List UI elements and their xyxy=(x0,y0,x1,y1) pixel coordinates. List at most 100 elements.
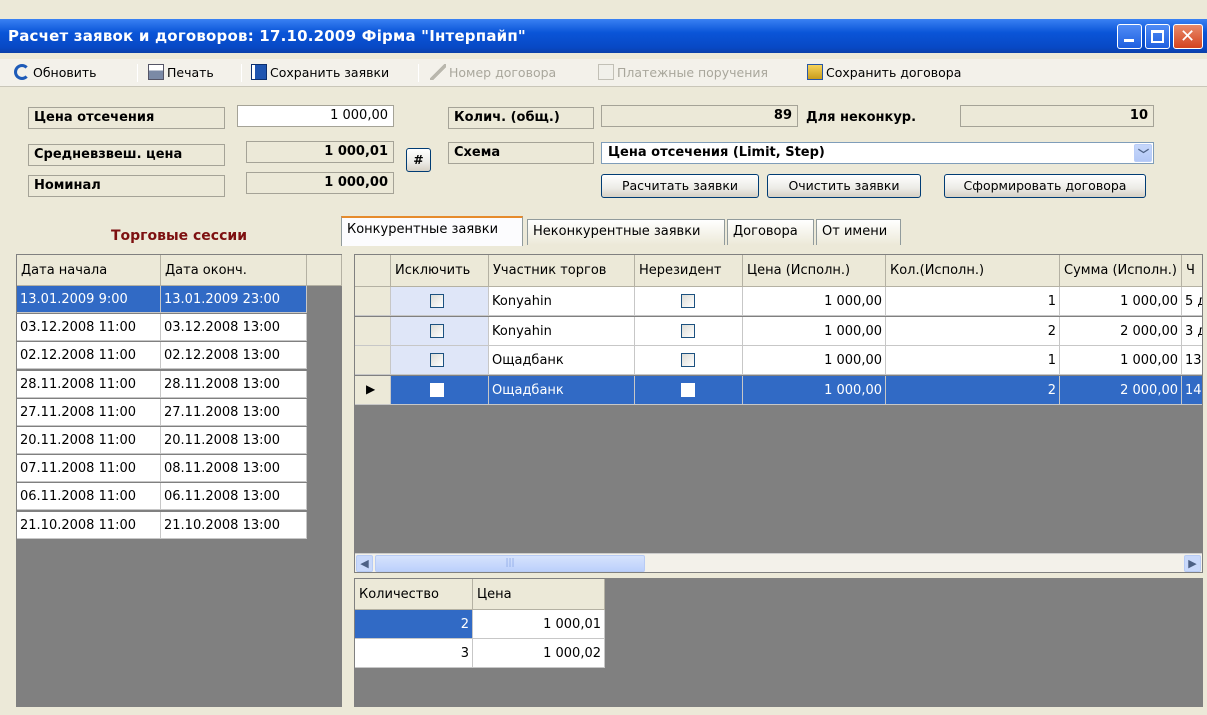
sum-cell[interactable]: 1 000,00 xyxy=(1060,287,1182,316)
session-start-cell[interactable]: 21.10.2008 11:00 xyxy=(17,511,161,539)
nonresident-checkbox[interactable] xyxy=(681,323,695,338)
exclude-checkbox[interactable] xyxy=(430,382,444,397)
orders-col-header[interactable]: Ч xyxy=(1182,255,1202,287)
cutoff-price-input[interactable]: 1 000,00 xyxy=(237,105,394,127)
horizontal-scrollbar[interactable]: ◀ ||| ▶ xyxy=(355,553,1202,572)
nonresident-cell[interactable] xyxy=(635,346,743,375)
qty-cell[interactable]: 2 xyxy=(886,316,1060,346)
session-end-cell[interactable]: 28.11.2008 13:00 xyxy=(161,370,307,398)
save-orders-button[interactable]: Сохранить заявки xyxy=(251,63,389,83)
print-button[interactable]: Печать xyxy=(148,63,214,83)
chevron-down-icon[interactable]: ﹀ xyxy=(1134,144,1152,162)
form-contracts-button[interactable]: Сформировать договора xyxy=(944,174,1146,198)
orders-col-header[interactable]: Участник торгов xyxy=(489,255,635,287)
session-start-cell[interactable]: 07.11.2008 11:00 xyxy=(17,455,161,483)
price-cell[interactable]: 1 000,00 xyxy=(743,287,886,316)
price-cell[interactable]: 1 000,00 xyxy=(743,346,886,375)
row-header[interactable]: ▶ xyxy=(355,375,391,405)
session-start-cell[interactable]: 06.11.2008 11:00 xyxy=(17,483,161,511)
stamp-icon xyxy=(430,64,446,80)
qty-cell[interactable]: 1 xyxy=(886,346,1060,375)
session-start-cell[interactable]: 27.11.2008 11:00 xyxy=(17,398,161,426)
extra-cell[interactable]: 3 д xyxy=(1182,316,1202,346)
scroll-left-icon[interactable]: ◀ xyxy=(356,555,373,572)
sum-cell[interactable]: 2 000,00 xyxy=(1060,316,1182,346)
summary-qty-cell[interactable]: 3 xyxy=(355,639,473,668)
summary-col-price[interactable]: Цена xyxy=(473,579,605,610)
orders-col-header[interactable]: Исключить xyxy=(391,255,489,287)
sum-cell[interactable]: 2 000,00 xyxy=(1060,375,1182,405)
session-start-cell[interactable]: 13.01.2009 9:00 xyxy=(17,286,161,313)
qty-cell[interactable]: 2 xyxy=(886,375,1060,405)
orders-col-header[interactable]: Нерезидент xyxy=(635,255,743,287)
nonresident-checkbox[interactable] xyxy=(681,353,695,367)
exclude-cell[interactable] xyxy=(391,316,489,346)
scroll-right-icon[interactable]: ▶ xyxy=(1184,555,1201,572)
row-header[interactable] xyxy=(355,316,391,346)
extra-cell[interactable]: 13 xyxy=(1182,346,1202,375)
session-end-cell[interactable]: 08.11.2008 13:00 xyxy=(161,455,307,483)
summary-qty-cell[interactable]: 2 xyxy=(355,610,473,639)
sessions-col-start[interactable]: Дата начала xyxy=(17,255,161,286)
exclude-checkbox[interactable] xyxy=(430,294,444,308)
maximize-button[interactable] xyxy=(1145,24,1170,49)
session-start-cell[interactable]: 02.12.2008 11:00 xyxy=(17,342,161,370)
scheme-select[interactable]: Цена отсечения (Limit, Step) ﹀ xyxy=(601,142,1154,164)
tab-noncompetitive[interactable]: Неконкурентные заявки xyxy=(527,219,725,245)
minimize-button[interactable] xyxy=(1117,24,1142,49)
participant-cell[interactable]: Konyahin xyxy=(489,287,635,316)
tab-contracts[interactable]: Договора xyxy=(727,219,814,245)
save-contracts-button[interactable]: Сохранить договора xyxy=(807,63,961,83)
clear-orders-button[interactable]: Очистить заявки xyxy=(767,174,921,198)
session-end-cell[interactable]: 27.11.2008 13:00 xyxy=(161,398,307,426)
nonresident-checkbox[interactable] xyxy=(681,294,695,308)
tab-on-behalf[interactable]: От имени xyxy=(816,219,901,245)
orders-col-header[interactable]: Цена (Исполн.) xyxy=(743,255,886,287)
exclude-cell[interactable] xyxy=(391,287,489,316)
session-end-cell[interactable]: 13.01.2009 23:00 xyxy=(161,286,307,313)
session-end-cell[interactable]: 06.11.2008 13:00 xyxy=(161,483,307,511)
participant-cell[interactable]: Konyahin xyxy=(489,316,635,346)
summary-price-cell[interactable]: 1 000,02 xyxy=(473,639,605,668)
exclude-cell[interactable] xyxy=(391,375,489,405)
exclude-checkbox[interactable] xyxy=(430,353,444,367)
session-end-cell[interactable]: 20.11.2008 13:00 xyxy=(161,427,307,454)
contract-number-button[interactable]: Номер договора xyxy=(430,63,556,83)
nonresident-cell[interactable] xyxy=(635,375,743,405)
session-end-cell[interactable]: 02.12.2008 13:00 xyxy=(161,342,307,370)
price-cell[interactable]: 1 000,00 xyxy=(743,375,886,405)
row-header[interactable] xyxy=(355,287,391,316)
tab-competitive[interactable]: Конкурентные заявки xyxy=(341,216,523,246)
payment-orders-button[interactable]: Платежные поручения xyxy=(598,63,768,83)
sum-cell[interactable]: 1 000,00 xyxy=(1060,346,1182,375)
save-contracts-icon xyxy=(807,64,823,80)
hash-button[interactable]: # xyxy=(406,148,431,172)
title-bar[interactable]: Расчет заявок и договоров: 17.10.2009 Фі… xyxy=(0,19,1207,53)
row-header[interactable] xyxy=(355,346,391,375)
summary-col-qty[interactable]: Количество xyxy=(355,579,473,610)
participant-cell[interactable]: Ощадбанк xyxy=(489,375,635,405)
price-cell[interactable]: 1 000,00 xyxy=(743,316,886,346)
calc-orders-button[interactable]: Расчитать заявки xyxy=(601,174,759,198)
scroll-thumb[interactable]: ||| xyxy=(375,555,645,572)
session-end-cell[interactable]: 03.12.2008 13:00 xyxy=(161,314,307,342)
orders-col-header[interactable]: Сумма (Исполн.) xyxy=(1060,255,1182,287)
qty-cell[interactable]: 1 xyxy=(886,287,1060,316)
session-end-cell[interactable]: 21.10.2008 13:00 xyxy=(161,511,307,539)
extra-cell[interactable]: 14 xyxy=(1182,375,1202,405)
nonresident-cell[interactable] xyxy=(635,316,743,346)
exclude-cell[interactable] xyxy=(391,346,489,375)
nonresident-checkbox[interactable] xyxy=(681,382,695,397)
session-start-cell[interactable]: 03.12.2008 11:00 xyxy=(17,314,161,342)
orders-col-header[interactable]: Кол.(Исполн.) xyxy=(886,255,1060,287)
session-start-cell[interactable]: 20.11.2008 11:00 xyxy=(17,427,161,454)
summary-price-cell[interactable]: 1 000,01 xyxy=(473,610,605,639)
refresh-button[interactable]: Обновить xyxy=(14,63,97,83)
extra-cell[interactable]: 5 д xyxy=(1182,287,1202,316)
close-button[interactable]: ✕ xyxy=(1173,24,1203,49)
session-start-cell[interactable]: 28.11.2008 11:00 xyxy=(17,370,161,398)
exclude-checkbox[interactable] xyxy=(430,323,444,338)
participant-cell[interactable]: Ощадбанк xyxy=(489,346,635,375)
sessions-col-end[interactable]: Дата оконч. xyxy=(161,255,307,286)
nonresident-cell[interactable] xyxy=(635,287,743,316)
